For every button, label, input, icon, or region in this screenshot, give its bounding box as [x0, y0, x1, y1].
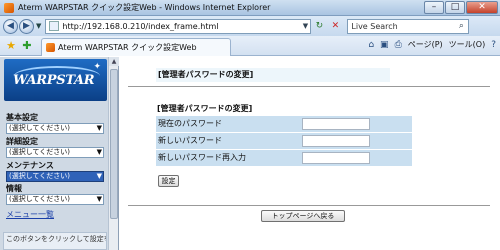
confirm-password-label: 新しいパスワード再入力	[156, 150, 298, 166]
search-input[interactable]: Live Search ⌕	[347, 18, 470, 34]
page-title: [管理者パスワードの変更]	[156, 68, 390, 82]
advanced-settings-select[interactable]: (選択してください) ▼	[6, 147, 104, 158]
current-password-field[interactable]	[302, 118, 370, 130]
print-icon[interactable]: ⎙	[395, 40, 402, 50]
logo-text: WARPSTAR	[13, 73, 95, 88]
info-select[interactable]: (選択してください) ▼	[6, 194, 104, 205]
menu-section-info: 情報 (選択してください) ▼	[6, 184, 106, 205]
command-tools: ⌂ ▣ ⎙ ページ(P) ツール(O) ?	[362, 39, 496, 50]
url-dropdown-icon[interactable]: ▼	[300, 22, 310, 30]
maintenance-select[interactable]: (選択してください) ▼	[6, 171, 104, 182]
scroll-thumb[interactable]	[110, 69, 118, 219]
set-button[interactable]: 設定	[158, 175, 179, 187]
menu-heading-maintenance: メンテナンス	[6, 161, 54, 170]
window-controls: – □ ✕	[423, 1, 498, 14]
page-menu[interactable]: ページ(P)	[408, 39, 443, 50]
menu-list-link[interactable]: メニュー一覧	[6, 209, 54, 220]
form-row-confirm: 新しいパスワード再入力	[156, 150, 412, 166]
new-password-cell	[298, 133, 412, 149]
address-bar: ◀ ▶ ▼ http://192.168.0.210/index_frame.h…	[0, 16, 500, 36]
password-form: 現在のパスワード 新しいパスワード 新しいパスワード再入力	[156, 116, 412, 167]
tab-label: Aterm WARPSTAR クイック設定Web	[58, 42, 197, 52]
logo-star-icon: ✦	[93, 62, 101, 72]
forward-button[interactable]: ▶	[19, 18, 34, 34]
confirm-password-cell	[298, 150, 412, 166]
section-title: [管理者パスワードの変更]	[157, 104, 253, 113]
window-titlebar: Aterm WARPSTAR クイック設定Web - Windows Inter…	[0, 0, 500, 16]
favorites-star-icon[interactable]: ★	[3, 39, 19, 52]
divider-bottom	[128, 205, 490, 206]
tab-page-icon	[46, 42, 55, 52]
tab-current[interactable]: Aterm WARPSTAR クイック設定Web	[41, 37, 231, 56]
page-icon	[49, 21, 60, 31]
maximize-button[interactable]: □	[445, 1, 465, 14]
ie-app-icon	[4, 2, 14, 13]
scroll-up-icon[interactable]: ▲	[109, 57, 119, 66]
add-favorites-icon[interactable]: ✚	[19, 39, 35, 52]
current-password-cell	[298, 116, 412, 132]
form-row-new: 新しいパスワード	[156, 133, 412, 149]
chevron-down-icon: ▼	[96, 124, 102, 132]
stop-button[interactable]: ✕	[327, 19, 343, 34]
basic-select-value: (選択してください)	[9, 124, 71, 132]
menu-heading-advanced: 詳細設定	[6, 137, 38, 146]
tools-menu[interactable]: ツール(O)	[449, 39, 486, 50]
maintenance-select-value: (選択してください)	[9, 172, 71, 180]
refresh-button[interactable]: ↻	[311, 19, 327, 34]
basic-settings-select[interactable]: (選択してください) ▼	[6, 123, 104, 134]
new-password-field[interactable]	[302, 135, 370, 147]
menu-heading-info: 情報	[6, 184, 22, 193]
menu-section-basic: 基本設定 (選択してください) ▼	[6, 113, 106, 134]
back-button[interactable]: ◀	[3, 18, 18, 34]
save-note: このボタンをクリックして設定を保存します。WARPSTARを再	[3, 232, 107, 250]
minimize-button[interactable]: –	[424, 1, 444, 14]
content-frame: [管理者パスワードの変更] [管理者パスワードの変更] 現在のパスワード 新しい…	[120, 57, 500, 250]
history-dropdown-icon[interactable]: ▼	[36, 22, 41, 30]
left-scrollbar[interactable]: ▲	[108, 57, 119, 250]
help-icon[interactable]: ?	[491, 40, 496, 50]
left-nav-frame: ✦ WARPSTAR 基本設定 (選択してください) ▼ 詳細設定 (選択してく…	[0, 57, 119, 250]
search-icon[interactable]: ⌕	[454, 20, 468, 33]
advanced-select-value: (選択してください)	[9, 148, 71, 156]
url-text[interactable]: http://192.168.0.210/index_frame.html	[62, 22, 300, 31]
divider-top	[128, 86, 490, 87]
menu-heading-basic: 基本設定	[6, 113, 38, 122]
feeds-icon[interactable]: ▣	[380, 40, 389, 50]
form-row-current: 現在のパスワード	[156, 116, 412, 132]
confirm-password-field[interactable]	[302, 152, 370, 164]
url-field[interactable]: http://192.168.0.210/index_frame.html ▼	[45, 18, 312, 34]
close-button[interactable]: ✕	[466, 1, 498, 14]
chevron-down-icon: ▼	[96, 195, 102, 203]
chevron-down-icon: ▼	[96, 172, 102, 180]
chevron-down-icon: ▼	[96, 148, 102, 156]
new-password-label: 新しいパスワード	[156, 133, 298, 149]
info-select-value: (選択してください)	[9, 195, 71, 203]
window-title: Aterm WARPSTAR クイック設定Web - Windows Inter…	[18, 3, 271, 12]
menu-section-maintenance: メンテナンス (選択してください) ▼	[6, 161, 106, 182]
search-placeholder[interactable]: Live Search	[348, 22, 454, 31]
back-to-top-button[interactable]: トップページへ戻る	[261, 210, 345, 222]
home-icon[interactable]: ⌂	[368, 40, 374, 50]
warpstar-logo: ✦ WARPSTAR	[4, 59, 107, 101]
command-bar: ★ ✚ Aterm WARPSTAR クイック設定Web ⌂ ▣ ⎙ ページ(P…	[0, 36, 500, 56]
current-password-label: 現在のパスワード	[156, 116, 298, 132]
menu-section-advanced: 詳細設定 (選択してください) ▼	[6, 137, 106, 158]
